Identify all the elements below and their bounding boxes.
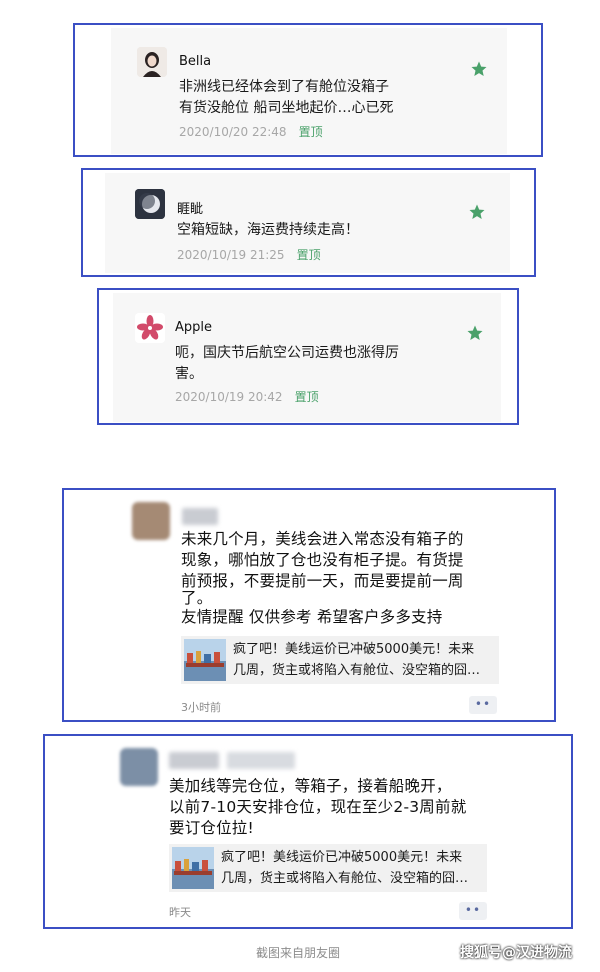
post-text-line: 空箱短缺，海运费持续走高！ <box>177 222 359 238</box>
pin-link[interactable]: 置顶 <box>299 125 323 139</box>
article-title-line: 疯了吧！美线运价已冲破5000美元！未来 <box>221 850 463 865</box>
moment-frame-2: 美加线等完仓位，等箱子，接着船晚开， 以前7-10天安排仓位，现在至少2-3周前… <box>43 734 573 929</box>
moment-frame-1: 未来几个月，美线会进入常态没有箱子的 现象，哪怕放了仓也没有柜子提。有货提 前预… <box>62 488 556 722</box>
post-frame-2: 睚眦 空箱短缺，海运费持续走高！ 2020/10/19 21:25 置顶 <box>81 168 536 277</box>
article-title-line: 疯了吧！美线运价已冲破5000美元！未来 <box>233 642 475 657</box>
star-icon[interactable] <box>467 325 483 341</box>
moment-text-line: 未来几个月，美线会进入常态没有箱子的 <box>181 530 464 548</box>
blurred-name[interactable] <box>169 752 219 769</box>
moment-timestamp: 3小时前 <box>181 701 221 714</box>
shared-article-card[interactable]: 疯了吧！美线运价已冲破5000美元！未来 几周，货主或将陷入有舱位、没空箱的囧… <box>181 636 499 684</box>
blurred-name[interactable] <box>227 752 295 769</box>
shared-article-card[interactable]: 疯了吧！美线运价已冲破5000美元！未来 几周，货主或将陷入有舱位、没空箱的囧… <box>169 844 487 892</box>
moment-text-line: 友情提醒 仅供参考 希望客户多多支持 <box>181 608 443 626</box>
moment-text-line: 现象，哪怕放了仓也没有柜子提。有货提 <box>181 551 464 569</box>
pin-link[interactable]: 置顶 <box>297 248 321 262</box>
moment-text-line: 了。 <box>181 589 213 607</box>
comment-more-button[interactable]: •• <box>459 902 487 920</box>
watermark: 搜狐号@汉进物流 <box>460 945 572 961</box>
post-meta: 2020/10/19 21:25 置顶 <box>177 246 321 263</box>
avatar-portrait-icon <box>137 47 167 77</box>
article-title-line: 几周，货主或将陷入有舱位、没空箱的囧… <box>233 663 481 678</box>
post-text-line: 有货没舱位 船司坐地起价…心已死 <box>179 100 394 116</box>
star-icon[interactable] <box>469 204 485 220</box>
post-frame-3: Apple 呃，国庆节后航空公司运费也涨得厉 害。 2020/10/19 20:… <box>97 288 519 425</box>
image-caption: 截图来自朋友圈 <box>256 946 341 960</box>
port-image-icon <box>184 639 226 681</box>
avatar-blurred[interactable] <box>120 748 158 786</box>
avatar-moon-icon <box>135 189 165 219</box>
blurred-name[interactable] <box>182 508 218 525</box>
post-author-name[interactable]: 睚眦 <box>177 198 203 217</box>
post-timestamp: 2020/10/19 21:25 <box>177 248 285 262</box>
avatar[interactable] <box>135 189 165 219</box>
moment-text-line: 前预报，不要提前一天，而是要提前一周 <box>181 572 464 590</box>
avatar[interactable] <box>137 47 167 77</box>
comment-more-button[interactable]: •• <box>469 696 497 714</box>
post-text-line: 非洲线已经体会到了有舱位没箱子 <box>179 79 389 95</box>
port-image-icon <box>172 847 214 889</box>
article-thumbnail <box>184 639 226 681</box>
article-title-line: 几周，货主或将陷入有舱位、没空箱的囧… <box>221 871 469 886</box>
post-author-name[interactable]: Apple <box>175 320 212 335</box>
avatar-blurred[interactable] <box>132 502 170 540</box>
avatar-flower-icon <box>135 313 165 343</box>
post-timestamp: 2020/10/20 22:48 <box>179 125 287 139</box>
post-timestamp: 2020/10/19 20:42 <box>175 390 283 404</box>
star-icon[interactable] <box>471 61 487 77</box>
moment-text-line: 美加线等完仓位，等箱子，接着船晚开， <box>169 777 452 795</box>
moment-timestamp: 昨天 <box>169 906 191 919</box>
post-text-line: 害。 <box>175 366 203 382</box>
pin-link[interactable]: 置顶 <box>295 390 319 404</box>
moment-text-line: 以前7-10天安排仓位，现在至少2-3周前就 <box>169 798 467 816</box>
moment-text-line: 要订仓位拉! <box>169 819 254 837</box>
avatar[interactable] <box>135 313 165 343</box>
post-text-line: 呃，国庆节后航空公司运费也涨得厉 <box>175 345 399 361</box>
post-meta: 2020/10/19 20:42 置顶 <box>175 388 319 405</box>
article-thumbnail <box>172 847 214 889</box>
post-frame-1: Bella 非洲线已经体会到了有舱位没箱子 有货没舱位 船司坐地起价…心已死 2… <box>73 23 543 157</box>
post-author-name[interactable]: Bella <box>179 54 211 69</box>
post-meta: 2020/10/20 22:48 置顶 <box>179 123 323 140</box>
